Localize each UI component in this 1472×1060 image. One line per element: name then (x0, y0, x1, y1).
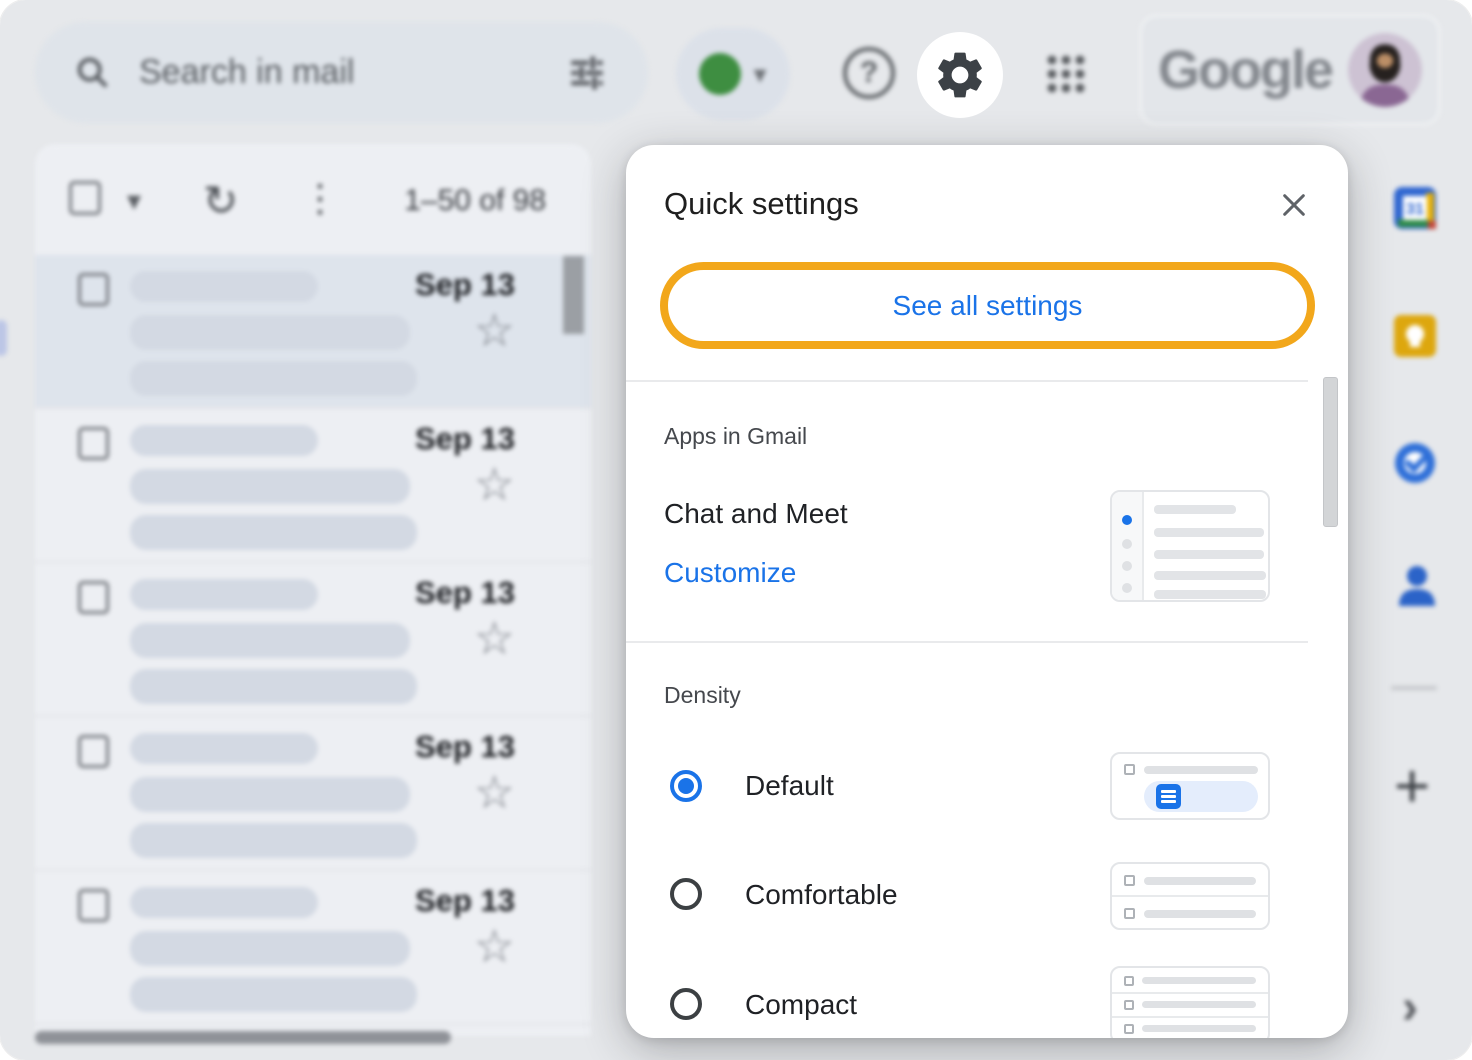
chat-meet-thumbnail (1110, 490, 1270, 602)
density-section-heading: Density (664, 682, 741, 708)
radio-default[interactable] (670, 770, 702, 802)
subject-placeholder (130, 777, 410, 812)
quick-settings-panel: Quick settings See all settings Apps in … (626, 145, 1348, 1038)
radio-comfortable[interactable] (670, 878, 702, 910)
snippet-placeholder (130, 361, 417, 396)
email-row[interactable]: Sep 13 ☆ (35, 717, 591, 871)
inbox-highlight-sliver (0, 320, 7, 356)
snippet-placeholder (130, 515, 417, 550)
add-addon-icon[interactable]: + (1394, 756, 1430, 818)
document-icon (1156, 784, 1181, 809)
help-button[interactable]: ? (843, 47, 895, 99)
panel-title: Quick settings (664, 186, 859, 221)
see-all-settings-label: See all settings (892, 289, 1083, 321)
comfortable-density-thumbnail (1110, 862, 1270, 930)
email-date: Sep 13 (415, 267, 515, 302)
email-date: Sep 13 (415, 883, 515, 918)
density-option-label: Comfortable (745, 879, 898, 910)
sender-placeholder (130, 579, 318, 610)
row-checkbox[interactable] (78, 735, 109, 768)
snippet-placeholder (130, 669, 417, 704)
snippet-placeholder (130, 823, 417, 858)
search-icon (77, 57, 108, 88)
email-rows: Sep 13 ☆ Sep 13 ☆ Sep 13 ☆ Sep 13 ☆ Sep … (35, 255, 591, 1025)
subject-placeholder (130, 623, 410, 658)
account-chip[interactable]: Google (1139, 14, 1441, 126)
row-checkbox[interactable] (78, 273, 109, 306)
more-options-icon[interactable]: ⋮ (301, 176, 339, 221)
list-scrollbar[interactable] (563, 256, 584, 334)
search-filter-icon[interactable] (566, 52, 608, 94)
settings-button[interactable] (917, 32, 1003, 118)
customize-link[interactable]: Customize (664, 557, 796, 589)
select-all-checkbox[interactable] (69, 181, 101, 215)
divider (626, 641, 1308, 643)
sender-placeholder (130, 425, 318, 456)
calendar-icon[interactable]: 31 (1392, 185, 1438, 231)
search-bar[interactable]: Search in mail (35, 22, 648, 123)
row-checkbox[interactable] (78, 889, 109, 922)
radio-compact[interactable] (670, 988, 702, 1020)
sender-placeholder (130, 733, 318, 764)
panel-scrollbar[interactable] (1323, 377, 1338, 527)
help-icon: ? (859, 56, 879, 89)
pagination-range: 1–50 of 98 (404, 184, 546, 217)
thumbnail-sidebar (1112, 492, 1144, 600)
svg-text:31: 31 (1406, 201, 1424, 218)
email-row[interactable]: Sep 13 ☆ (35, 255, 591, 409)
chevron-down-icon: ▾ (753, 59, 767, 89)
star-icon[interactable]: ☆ (474, 769, 515, 815)
email-list-panel: ▾ ↻ ⋮ 1–50 of 98 Sep 13 ☆ Sep 13 ☆ Sep 1… (35, 144, 591, 1036)
email-row[interactable]: Sep 13 ☆ (35, 563, 591, 717)
search-input[interactable]: Search in mail (139, 53, 566, 92)
gear-icon (938, 52, 982, 98)
tasks-icon[interactable] (1392, 440, 1438, 486)
email-date: Sep 13 (415, 575, 515, 610)
close-icon[interactable] (1278, 189, 1310, 221)
star-icon[interactable]: ☆ (474, 307, 515, 353)
see-all-settings-button[interactable]: See all settings (660, 262, 1315, 349)
row-checkbox[interactable] (78, 581, 109, 614)
density-option-label: Compact (745, 989, 858, 1020)
email-date: Sep 13 (415, 729, 515, 764)
gmail-window: Search in mail ▾ ? Google ▾ ↻ ⋮ 1–50 of … (0, 0, 1472, 1060)
subject-placeholder (130, 931, 410, 966)
contacts-icon[interactable] (1394, 562, 1440, 608)
keep-icon[interactable] (1392, 313, 1438, 359)
email-row[interactable]: Sep 13 ☆ (35, 871, 591, 1025)
select-dropdown-icon[interactable]: ▾ (127, 184, 141, 217)
chat-and-meet-label: Chat and Meet (664, 498, 848, 529)
snippet-placeholder (130, 977, 417, 1012)
star-icon[interactable]: ☆ (474, 461, 515, 507)
status-available-dot (699, 53, 742, 95)
rail-divider (1391, 686, 1437, 690)
status-chip[interactable]: ▾ (676, 28, 790, 120)
star-icon[interactable]: ☆ (474, 615, 515, 661)
avatar[interactable] (1348, 33, 1422, 107)
email-date: Sep 13 (415, 421, 515, 456)
list-toolbar: ▾ ↻ ⋮ 1–50 of 98 (35, 144, 591, 254)
refresh-icon[interactable]: ↻ (203, 176, 238, 225)
email-row[interactable]: Sep 13 ☆ (35, 409, 591, 563)
density-option-label: Default (745, 770, 834, 801)
google-logo: Google (1158, 40, 1334, 100)
expand-rail-icon[interactable]: › (1402, 984, 1418, 1032)
star-icon[interactable]: ☆ (474, 923, 515, 969)
subject-placeholder (130, 469, 410, 504)
row-checkbox[interactable] (78, 427, 109, 460)
apps-grid-icon[interactable] (1042, 50, 1090, 98)
divider (626, 380, 1308, 382)
sender-placeholder (130, 271, 318, 302)
sender-placeholder (130, 887, 318, 918)
compact-density-thumbnail (1110, 966, 1270, 1038)
subject-placeholder (130, 315, 410, 350)
horizontal-scrollbar[interactable] (35, 1031, 451, 1044)
apps-section-heading: Apps in Gmail (664, 423, 808, 449)
default-density-thumbnail (1110, 752, 1270, 820)
